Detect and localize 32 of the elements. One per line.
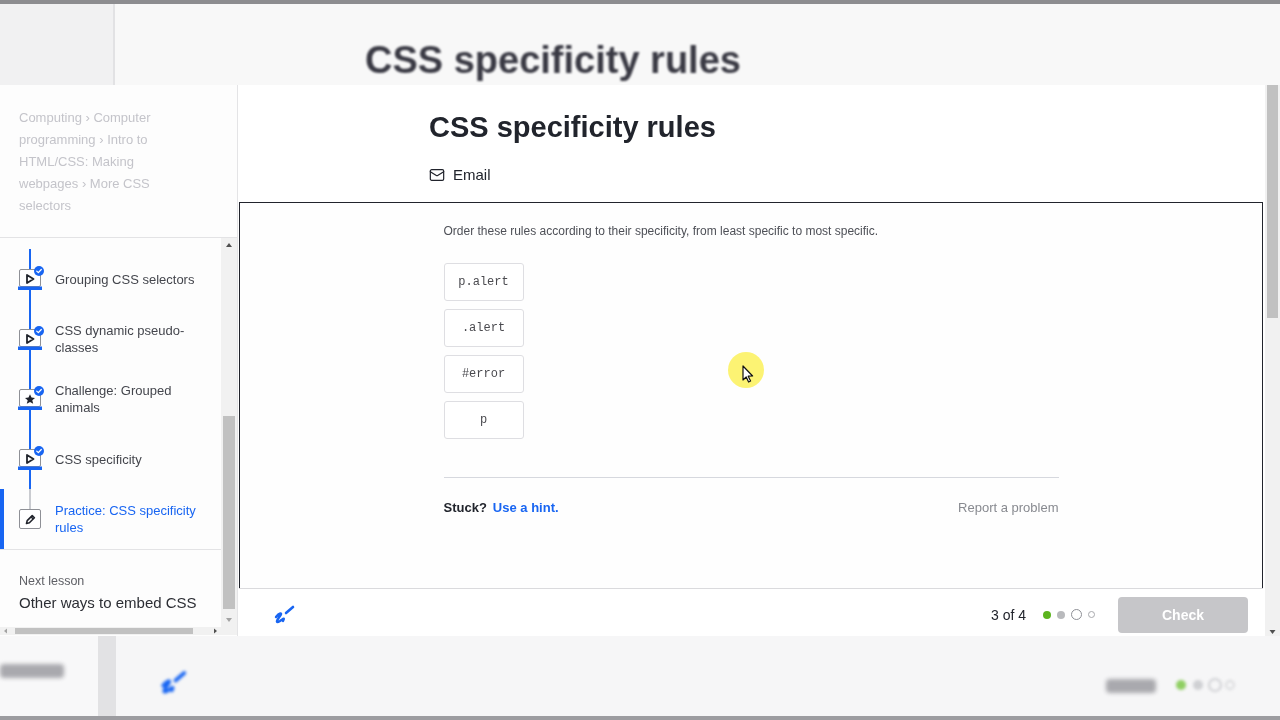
breadcrumb: Computing › Computer programming › Intro to HTML/CSS: Making webpages › More CSS selectors xyxy=(19,109,152,215)
next-lesson-heading: Next lesson xyxy=(19,573,85,589)
next-lesson-link[interactable]: Other ways to embed CSS xyxy=(19,594,197,612)
hint-link[interactable]: Use a hint. xyxy=(492,500,559,516)
lesson-link[interactable]: Practice: CSS specificity rules xyxy=(0,489,221,549)
step-dot-icon xyxy=(1088,611,1095,618)
scrollbar[interactable] xyxy=(0,627,237,635)
progress-label: 3 of 4 xyxy=(990,606,1026,623)
email-link[interactable]: Email xyxy=(429,166,491,184)
blurred-smudge xyxy=(0,664,64,678)
blurred-title: CSS specificity rules xyxy=(365,38,741,82)
rule-card[interactable]: p.alert xyxy=(443,263,524,301)
rule-card[interactable]: .alert xyxy=(443,309,524,347)
cursor-icon xyxy=(727,351,765,389)
rule-card[interactable]: #error xyxy=(443,355,524,393)
mail-icon xyxy=(429,167,445,183)
instruction-text: Order these rules according to their specificity, from least specific to most specific. xyxy=(443,223,879,239)
scrollbar[interactable] xyxy=(1265,85,1280,636)
lesson-link[interactable]: CSS dynamic pseudo-classes xyxy=(0,309,221,369)
blurred-dots-icon xyxy=(1174,678,1236,692)
rule-card[interactable]: p xyxy=(443,401,524,439)
blurred-smudge xyxy=(1106,679,1156,693)
lesson-link[interactable]: Grouping CSS selectors xyxy=(0,249,221,309)
report-link[interactable]: Report a problem xyxy=(958,500,1059,516)
scrollbar[interactable] xyxy=(221,238,237,627)
lesson-link[interactable]: CSS specificity xyxy=(0,429,221,489)
page-title: CSS specificity rules xyxy=(429,110,716,145)
step-dot-icon xyxy=(1057,610,1065,619)
lesson-link[interactable]: Challenge: Grouped animals xyxy=(0,369,221,429)
step-dot-icon xyxy=(1071,609,1082,620)
stuck-label: Stuck? xyxy=(443,500,487,516)
step-dot-icon xyxy=(1043,610,1051,619)
